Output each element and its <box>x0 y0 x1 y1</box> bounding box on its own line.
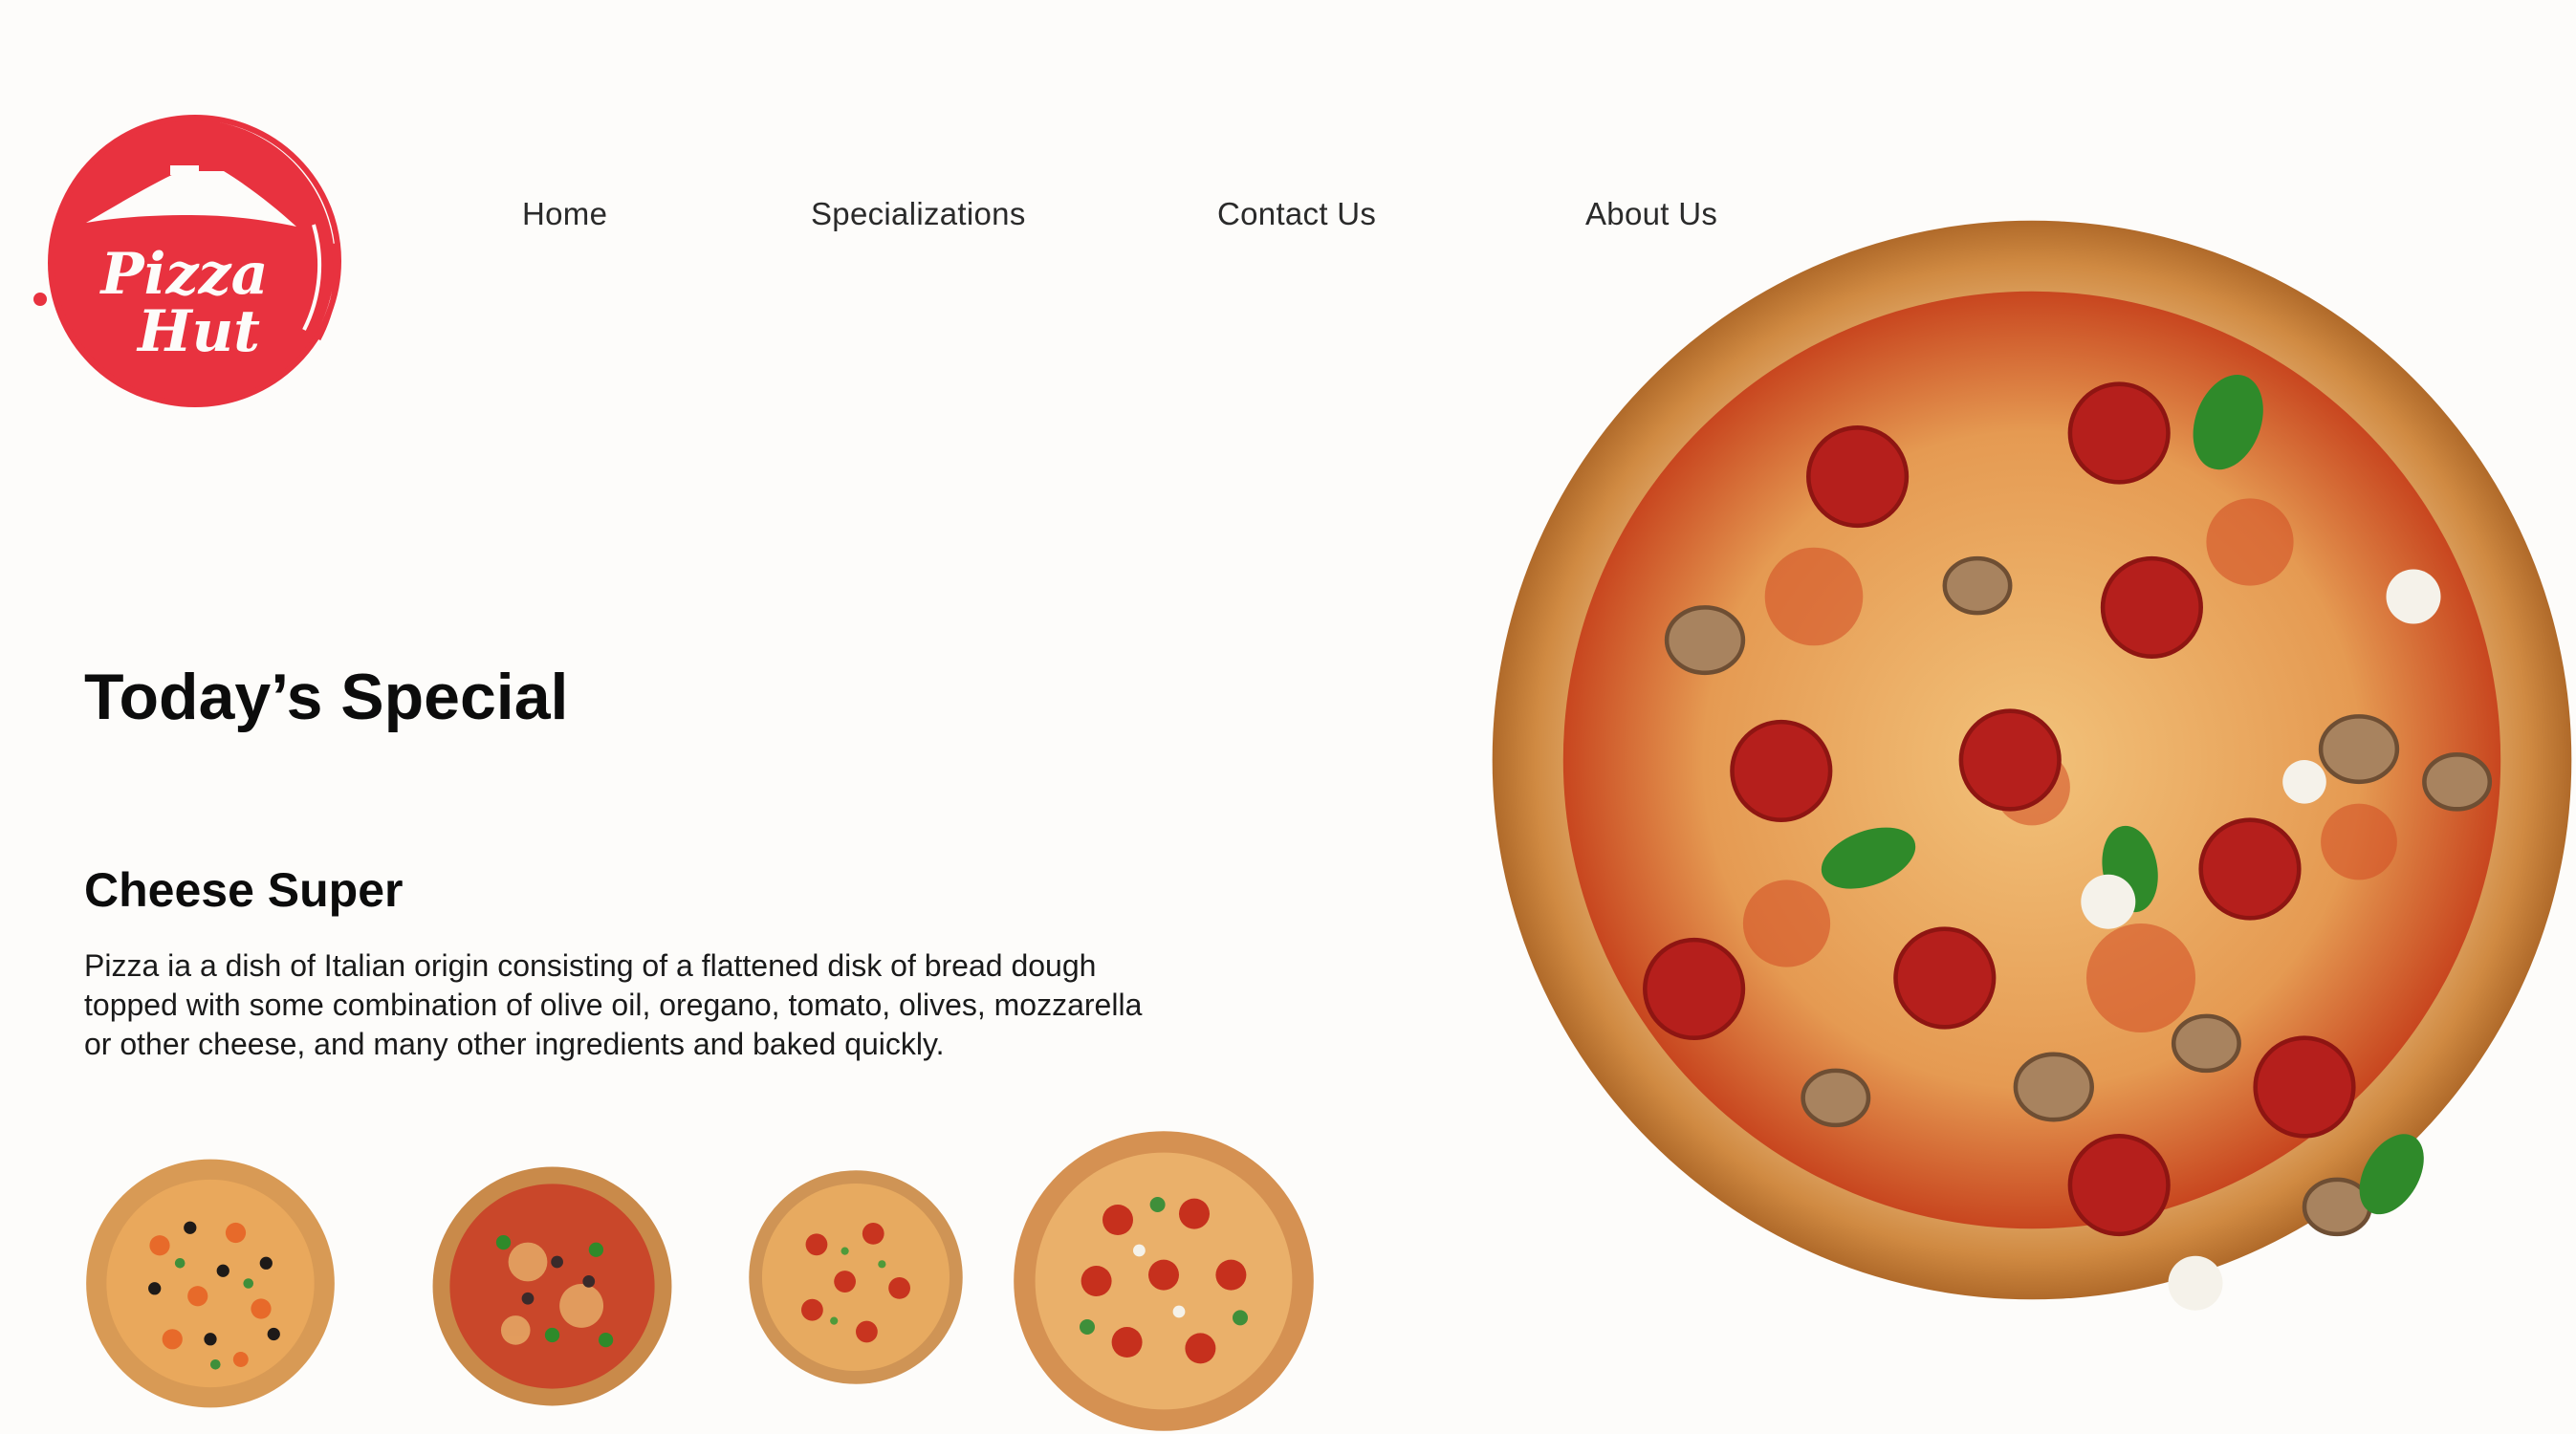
nav-home[interactable]: Home <box>522 196 607 232</box>
section-title: Today’s Special <box>84 661 569 733</box>
pizza-hut-logo[interactable]: Pizza Hut <box>27 110 357 416</box>
pizza-image-icon <box>749 1170 963 1384</box>
pizza-thumbnail[interactable] <box>81 1157 339 1410</box>
pizza-image-icon <box>86 1159 335 1408</box>
pizza-image-icon <box>432 1166 672 1406</box>
logo-text-hut: Hut <box>136 298 260 365</box>
hero-pizza-image <box>1487 196 2576 1324</box>
pizza-thumbnail[interactable] <box>743 1168 969 1386</box>
item-name: Cheese Super <box>84 863 404 917</box>
nav-specializations[interactable]: Specializations <box>811 196 1026 232</box>
logo-icon: Pizza Hut <box>33 115 341 407</box>
pizza-image-icon <box>1014 1131 1314 1431</box>
pizza-thumbnail[interactable] <box>430 1164 674 1408</box>
nav-contact-us[interactable]: Contact Us <box>1217 196 1376 232</box>
pizza-image-icon <box>1492 220 2572 1311</box>
item-description: Pizza ia a dish of Italian origin consis… <box>84 948 1143 1061</box>
pizza-thumbnail[interactable] <box>1006 1128 1321 1434</box>
